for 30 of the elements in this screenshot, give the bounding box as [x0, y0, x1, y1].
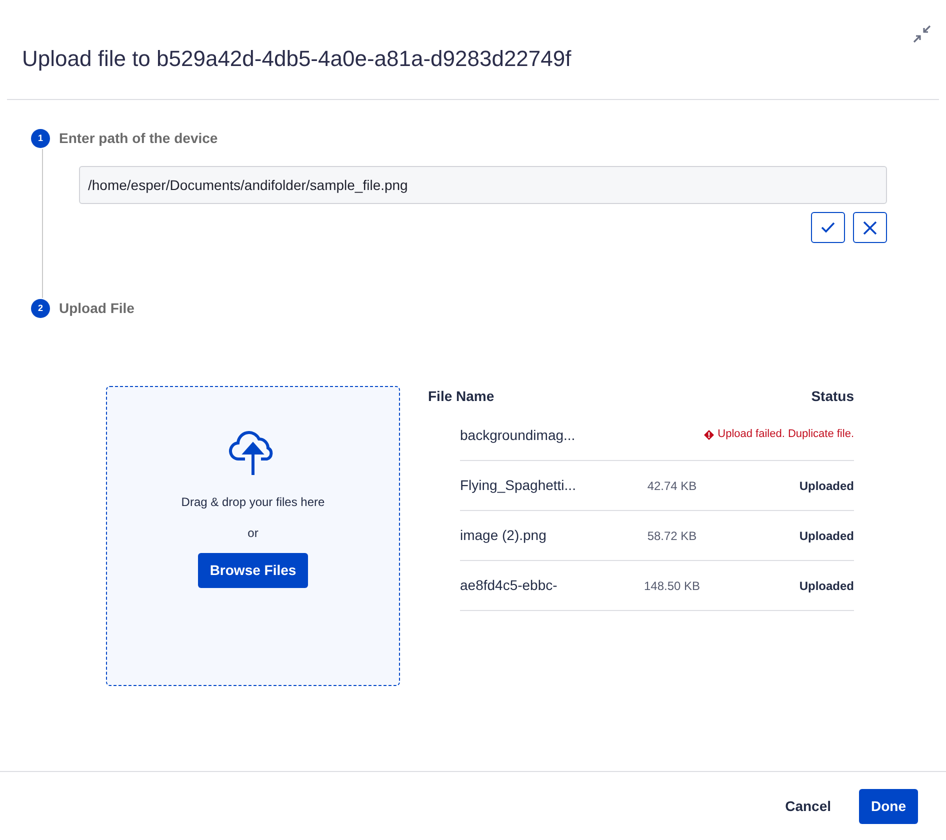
column-header: Status	[811, 387, 854, 406]
step-number: 2	[31, 299, 50, 318]
dialog-title: Upload file to b529a42d-4db5-4a0e-a81a-d9283d22749f	[22, 46, 572, 72]
step-label: Upload File	[59, 299, 134, 318]
close-icon	[863, 220, 877, 234]
file-name: image (2).png	[460, 526, 548, 545]
dropzone-text: Drag & drop your files here	[181, 494, 325, 511]
close-button[interactable]	[853, 212, 887, 243]
file-size: 148.50 KB	[642, 578, 702, 594]
path-field[interactable]: /home/esper/Documents/andifolder/sample_file.png	[79, 166, 887, 204]
file-size: 42.74 KB	[646, 478, 698, 494]
error-icon	[704, 430, 714, 440]
dropzone[interactable]: Drag & drop your files here or Browse Files	[106, 386, 400, 686]
status-text: Uploaded	[799, 528, 854, 542]
or-text: or	[248, 525, 258, 542]
file-name: backgroundimag...	[460, 426, 576, 445]
check-icon	[821, 222, 835, 233]
error-message: Upload failed. Duplicate file.	[718, 427, 854, 442]
step-label: Enter path of the device	[59, 129, 218, 148]
column-header: File Name	[428, 387, 494, 406]
done-button[interactable]: Done	[859, 788, 918, 824]
step-number: 1	[31, 129, 50, 148]
status-text: Uploaded	[799, 578, 854, 592]
status-text: Uploaded	[799, 478, 854, 492]
file-name: Flying_Spaghetti...	[460, 476, 577, 495]
browse-files-button[interactable]: Browse Files	[198, 553, 308, 588]
cancel-button[interactable]: Cancel	[771, 788, 845, 824]
file-size: 58.72 KB	[646, 528, 698, 544]
file-name: ae8fd4c5-ebbc-	[460, 576, 558, 595]
confirm-button[interactable]	[811, 212, 845, 243]
